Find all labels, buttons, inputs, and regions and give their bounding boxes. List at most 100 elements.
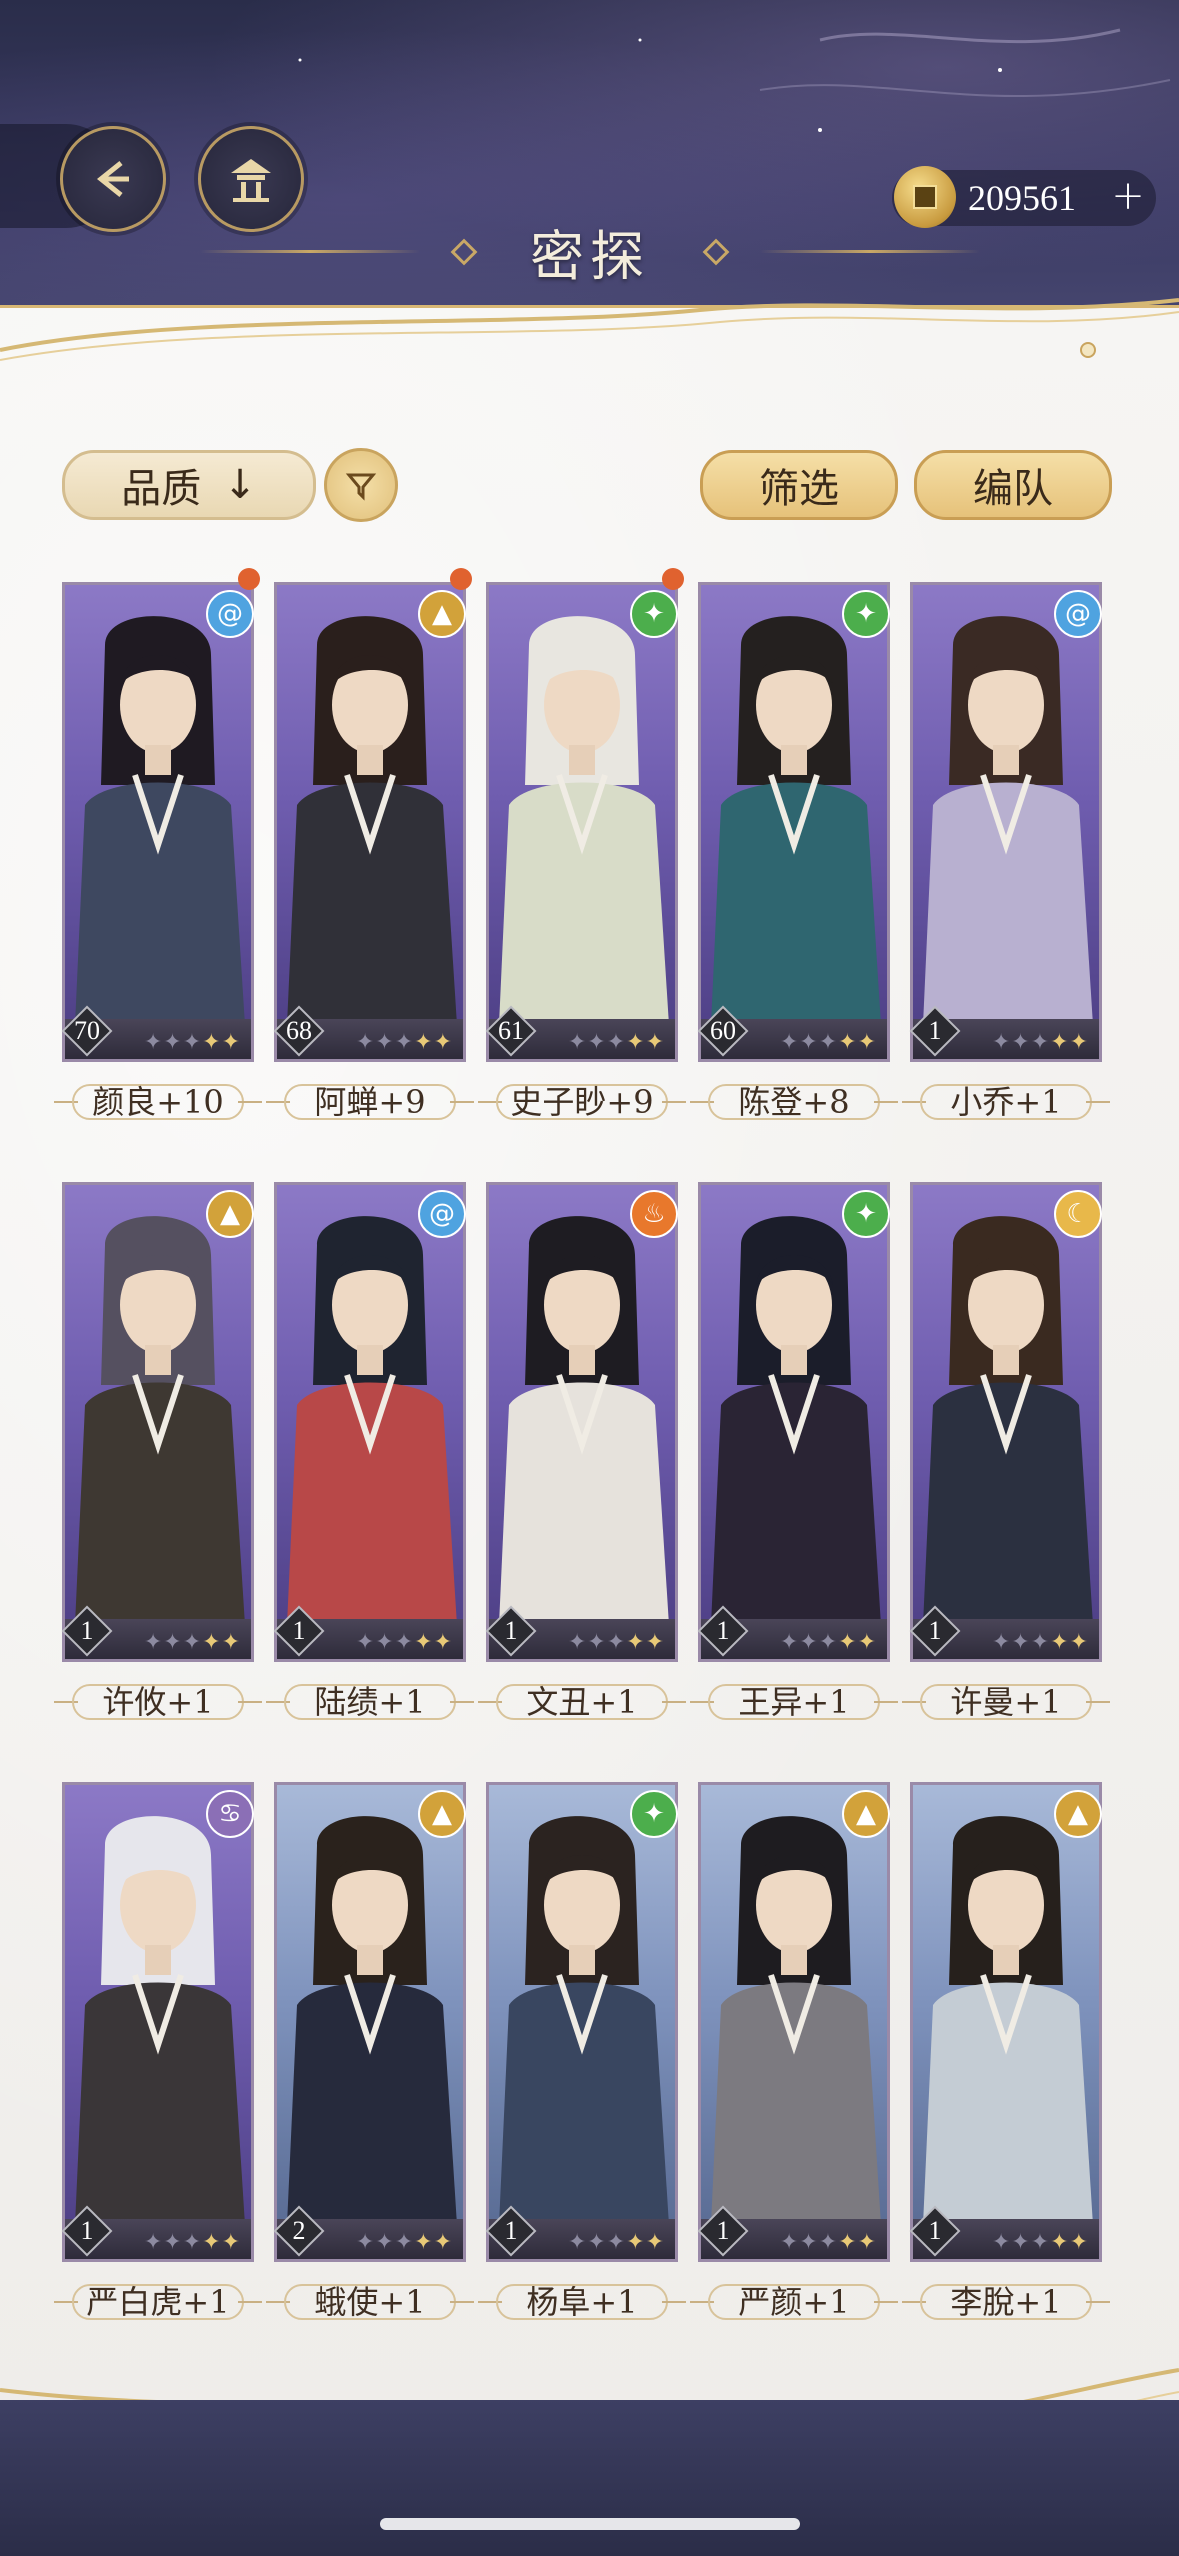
- character-card[interactable]: ✦✦✦✦✦: [486, 1182, 678, 1662]
- level-badge: 68: [270, 1002, 328, 1060]
- star-icon: ✦: [1050, 1030, 1070, 1055]
- sort-down-arrow-icon: ↓: [223, 462, 257, 508]
- star-icon: ✦: [163, 1030, 183, 1055]
- star-icon: ✦: [433, 1630, 453, 1655]
- water-swirl-icon: @: [206, 590, 254, 638]
- character-portrait: [287, 616, 457, 1025]
- star-icon: ✦: [857, 2230, 877, 2255]
- level-value: 1: [80, 2216, 94, 2245]
- team-button[interactable]: 编队: [914, 450, 1112, 520]
- level-badge: 1: [694, 2202, 752, 2260]
- water-swirl-icon: @: [418, 1190, 466, 1238]
- level-badge: 1: [270, 1602, 328, 1660]
- character-card[interactable]: ✦✦✦✦✦: [62, 582, 254, 1062]
- star-icon: ✦: [991, 1030, 1012, 1055]
- star-rating: ✦✦✦✦✦: [144, 2230, 241, 2255]
- star-icon: ✦: [394, 1630, 415, 1655]
- character-name: 陆绩+1: [314, 1683, 426, 1721]
- star-icon: ✦: [606, 1030, 627, 1055]
- home-indicator[interactable]: [380, 2518, 800, 2530]
- level-value: 1: [928, 1016, 942, 1045]
- character-portrait: [499, 1216, 669, 1625]
- add-currency-button[interactable]: +: [1108, 176, 1148, 216]
- quality-sort-button[interactable]: 品质 ↓: [62, 450, 316, 520]
- character-card[interactable]: ✦✦✦✦✦: [62, 1782, 254, 2262]
- level-badge: 1: [482, 1602, 540, 1660]
- star-icon: ✦: [838, 1030, 858, 1055]
- star-rating: ✦✦✦✦✦: [780, 1030, 877, 1055]
- character-card[interactable]: ✦✦✦✦✦: [486, 582, 678, 1062]
- star-icon: ✦: [799, 1630, 819, 1655]
- character-card[interactable]: ✦✦✦✦✦: [486, 1782, 678, 2262]
- notification-dot: [450, 568, 472, 590]
- star-icon: ✦: [626, 1630, 646, 1655]
- star-icon: ✦: [818, 1630, 839, 1655]
- character-name: 陈登+8: [738, 1083, 850, 1121]
- level-value: 1: [504, 2216, 518, 2245]
- star-rating: ✦✦✦✦✦: [992, 2230, 1089, 2255]
- star-rating: ✦✦✦✦✦: [568, 2230, 665, 2255]
- star-icon: ✦: [221, 1030, 241, 1055]
- character-name: 史子眇+9: [510, 1083, 654, 1121]
- character-card[interactable]: ✦✦✦✦✦: [910, 582, 1102, 1062]
- notification-dot: [238, 568, 260, 590]
- star-icon: ✦: [143, 2230, 164, 2255]
- character-card[interactable]: ✦✦✦✦✦: [698, 1182, 890, 1662]
- mountain-icon: ▲: [1054, 1790, 1102, 1838]
- star-icon: ✦: [433, 1030, 453, 1055]
- star-icon: ✦: [1011, 1630, 1031, 1655]
- character-portrait: [711, 616, 881, 1025]
- character-portrait: [711, 1816, 881, 2225]
- star-rating: ✦✦✦✦✦: [780, 1630, 877, 1655]
- character-portrait: [711, 1216, 881, 1625]
- star-icon: ✦: [567, 1030, 588, 1055]
- character-portrait: [499, 616, 669, 1025]
- character-portrait: [75, 1216, 245, 1625]
- star-icon: ✦: [1011, 1030, 1031, 1055]
- mountain-icon: ▲: [842, 1790, 890, 1838]
- star-icon: ✦: [1050, 2230, 1070, 2255]
- character-name-plate: 杨阜+1: [478, 2280, 686, 2324]
- character-portrait: [287, 1816, 457, 2225]
- level-value: 1: [716, 1616, 730, 1645]
- filter-button[interactable]: 筛选: [700, 450, 898, 520]
- star-icon: ✦: [587, 1030, 607, 1055]
- star-icon: ✦: [606, 1630, 627, 1655]
- element-filter-button[interactable]: [324, 448, 398, 522]
- character-card[interactable]: ✦✦✦✦✦: [910, 1782, 1102, 2262]
- level-badge: 2: [270, 2202, 328, 2260]
- star-icon: ✦: [394, 2230, 415, 2255]
- character-card[interactable]: ✦✦✦✦✦: [910, 1182, 1102, 1662]
- character-card[interactable]: ✦✦✦✦✦: [698, 582, 890, 1062]
- star-icon: ✦: [799, 2230, 819, 2255]
- level-value: 60: [710, 1016, 736, 1045]
- home-button[interactable]: [198, 126, 304, 232]
- level-badge: 61: [482, 1002, 540, 1060]
- character-card[interactable]: ✦✦✦✦✦: [274, 1782, 466, 2262]
- character-name-plate: 严白虎+1: [54, 2280, 262, 2324]
- character-portrait: [923, 1816, 1093, 2225]
- mountain-icon: ▲: [206, 1190, 254, 1238]
- star-icon: ✦: [779, 1630, 800, 1655]
- back-button[interactable]: [60, 126, 166, 232]
- star-icon: ✦: [1069, 1030, 1089, 1055]
- star-icon: ✦: [818, 1030, 839, 1055]
- character-name-plate: 许攸+1: [54, 1680, 262, 1724]
- star-rating: ✦✦✦✦✦: [992, 1630, 1089, 1655]
- star-icon: ✦: [143, 1030, 164, 1055]
- star-icon: ✦: [818, 2230, 839, 2255]
- character-card[interactable]: ✦✦✦✦✦: [274, 1182, 466, 1662]
- character-name-plate: 文丑+1: [478, 1680, 686, 1724]
- currency-value: 209561: [968, 178, 1076, 218]
- character-card[interactable]: ✦✦✦✦✦: [62, 1182, 254, 1662]
- star-icon: ✦: [857, 1030, 877, 1055]
- character-card[interactable]: ✦✦✦✦✦: [274, 582, 466, 1062]
- level-badge: 1: [58, 2202, 116, 2260]
- level-badge: 1: [906, 1002, 964, 1060]
- character-name: 文丑+1: [526, 1683, 638, 1721]
- star-icon: ✦: [567, 1630, 588, 1655]
- star-icon: ✦: [779, 2230, 800, 2255]
- character-card[interactable]: ✦✦✦✦✦: [698, 1782, 890, 2262]
- panel-top-ornament: [0, 298, 1179, 361]
- star-icon: ✦: [221, 2230, 241, 2255]
